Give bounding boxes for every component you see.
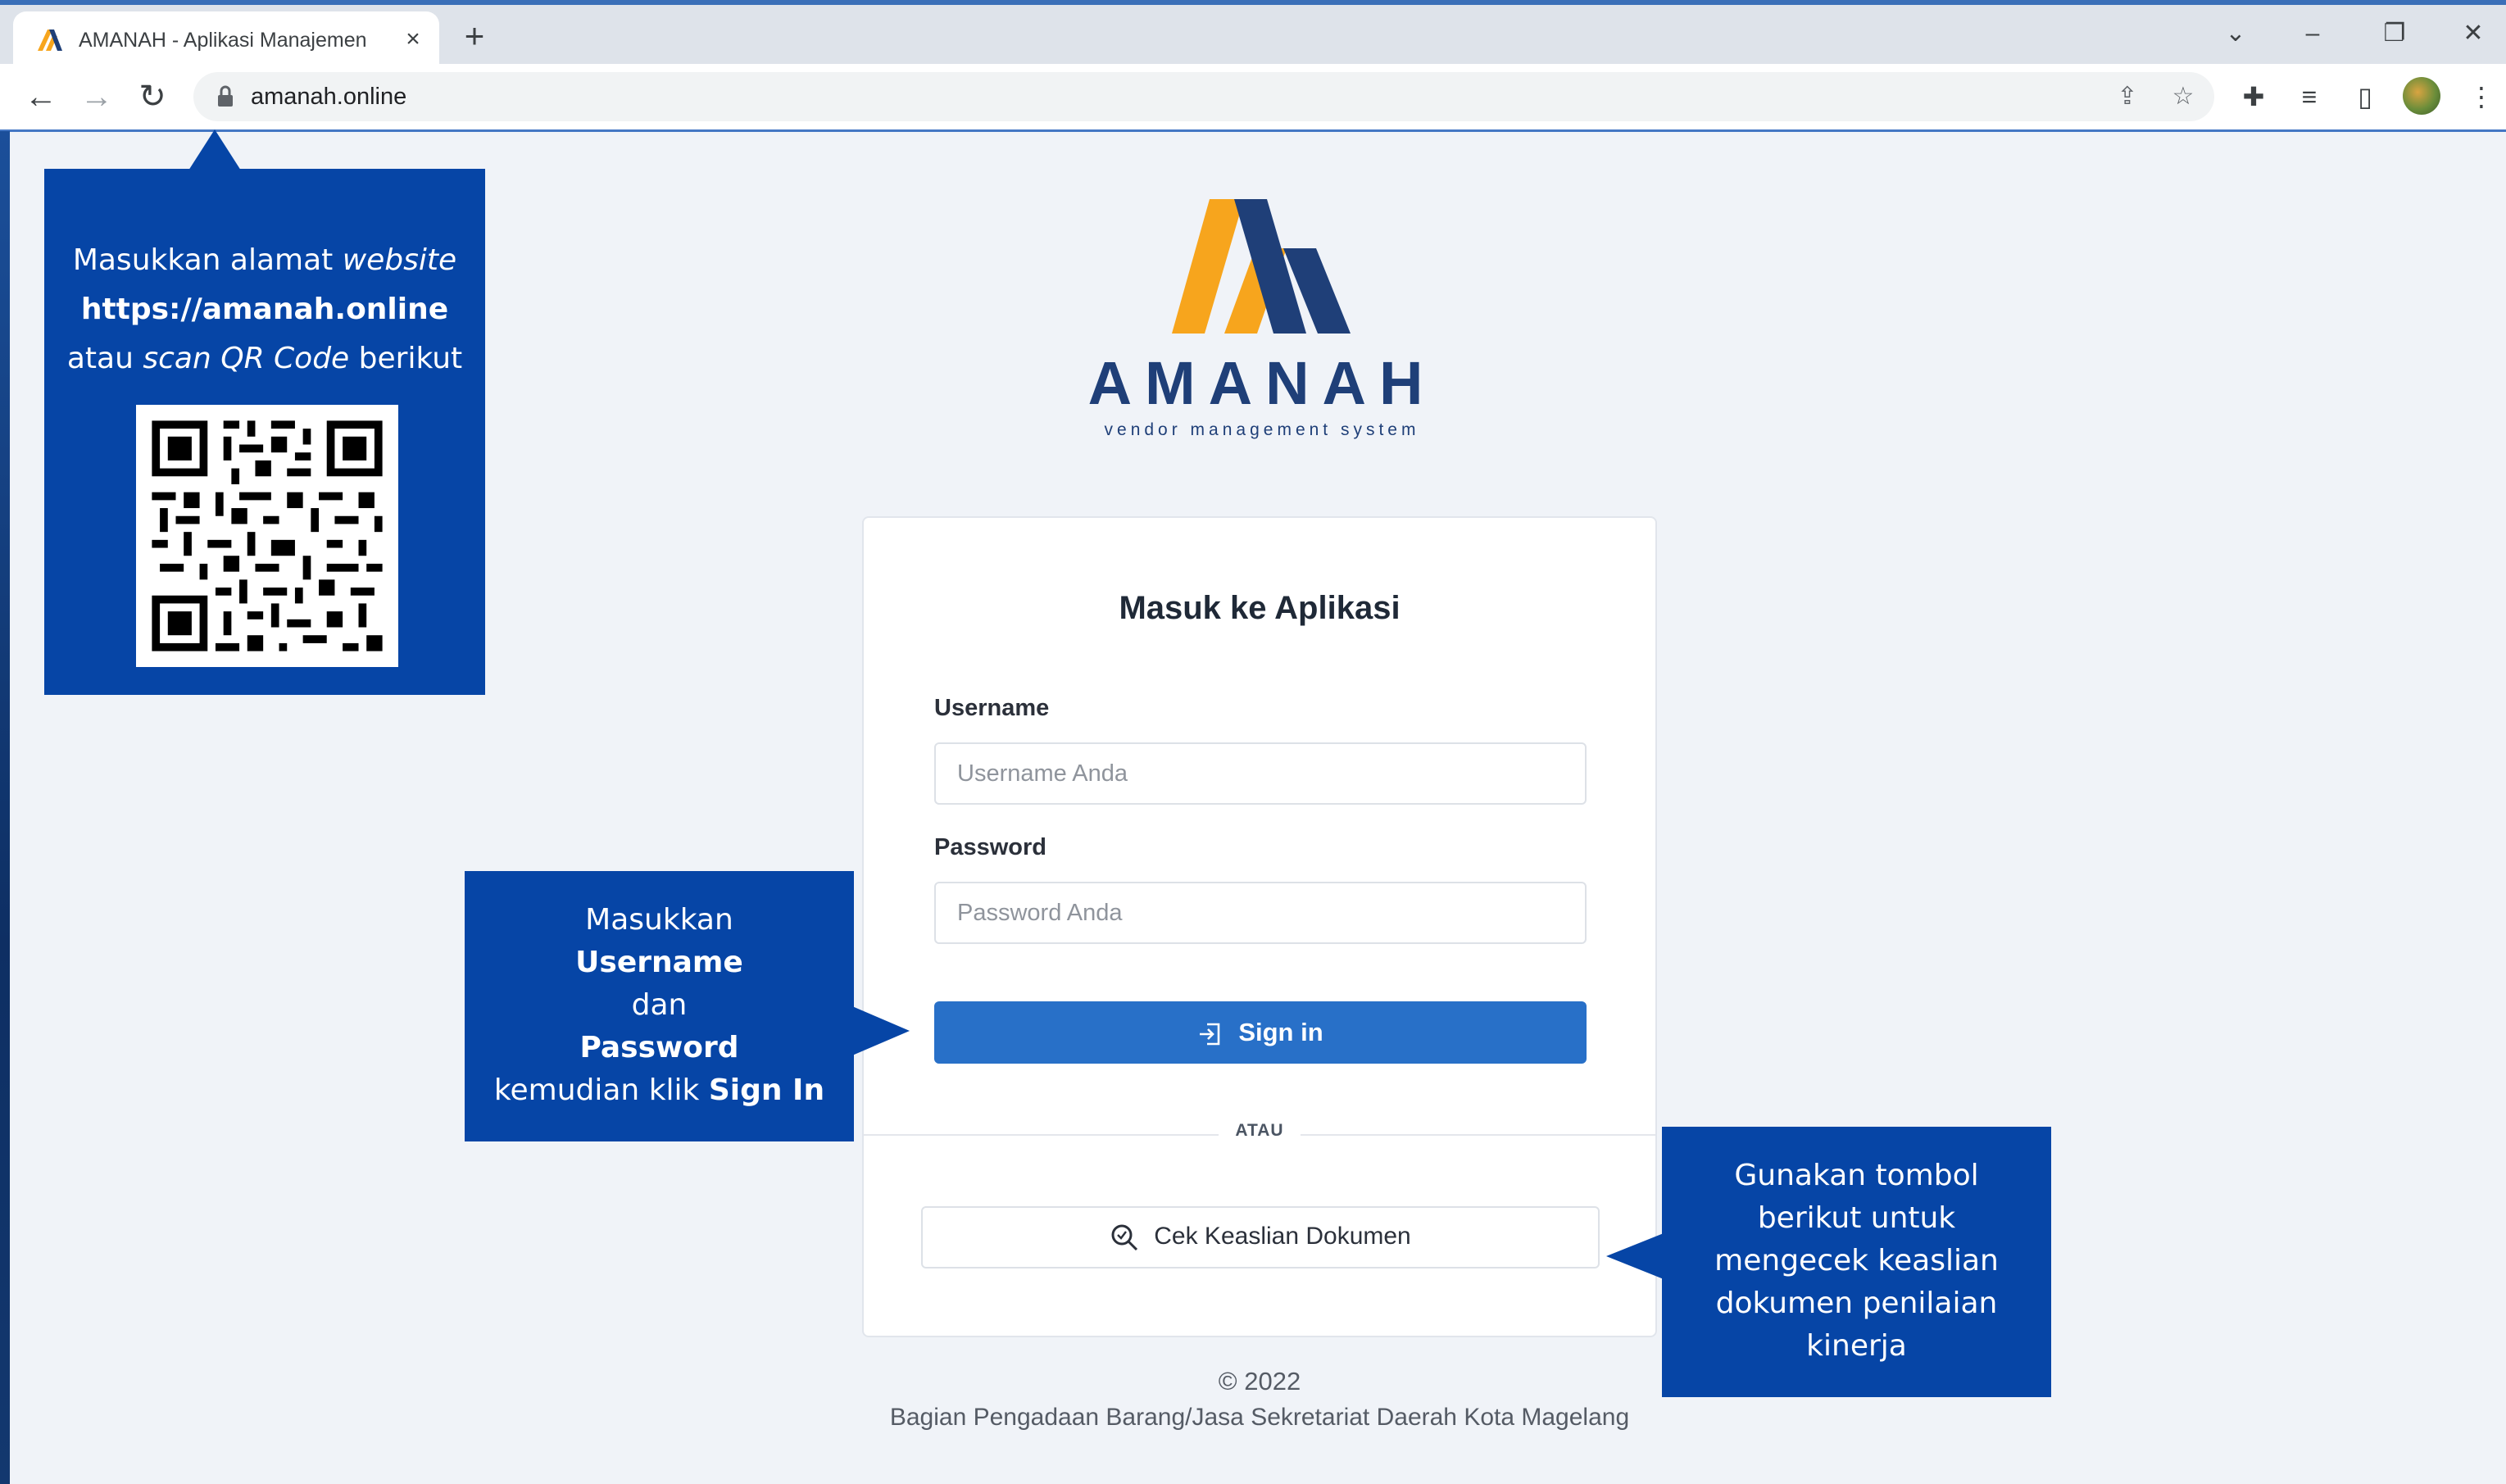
avatar[interactable] (2403, 77, 2440, 115)
callout-address-instruction: Masukkan alamat website https://amanah.o… (44, 129, 485, 695)
callout-text-bold: Sign In (708, 1073, 825, 1107)
callout-pointer (188, 129, 241, 170)
callout-pointer (852, 1006, 910, 1055)
callout-text: kemudian klik (493, 1073, 709, 1107)
callout-login-instruction: Masukkan Username dan Password kemudian … (465, 871, 910, 1141)
callout-text-bold: Password (579, 1031, 739, 1064)
window-close-icon[interactable]: ✕ (2449, 13, 2498, 54)
logo-tagline: vendor management system (1104, 420, 1420, 439)
qr-code (136, 405, 398, 667)
callout-text-italic: website (342, 243, 457, 277)
callout-address-text: Masukkan alamat website https://amanah.o… (44, 236, 485, 383)
callout-text: kinerja (1806, 1329, 1907, 1363)
desktop-edge (0, 131, 10, 1484)
amanah-logo: AMANAH vendor management system (1082, 193, 1442, 447)
browser-toolbar: ← → ↻ amanah.online ⇪ ☆ ✚ ≡ ▯ ⋮ (0, 64, 2506, 132)
password-input[interactable] (934, 882, 1587, 944)
callout-text-bold: Username (575, 946, 743, 979)
verify-document-button[interactable]: Cek Keaslian Dokumen (921, 1206, 1600, 1268)
address-bar[interactable]: amanah.online ⇪ ☆ (193, 72, 2214, 121)
lock-icon (218, 85, 233, 107)
callout-text: berikut (349, 342, 463, 375)
divider-text: ATAU (1219, 1121, 1301, 1141)
callout-text: mengecek keaslian (1714, 1244, 1999, 1278)
star-icon[interactable]: ☆ (2167, 80, 2200, 113)
callout-text-italic: scan QR Code (143, 342, 350, 375)
callout-verify-text: Gunakan tombol berikut untuk mengecek ke… (1662, 1155, 2051, 1368)
puzzle-icon[interactable]: ✚ (2236, 79, 2272, 115)
callout-text: Masukkan (585, 903, 733, 937)
kebab-menu-icon[interactable]: ⋮ (2463, 79, 2499, 115)
verify-document-label: Cek Keaslian Dokumen (1154, 1222, 1411, 1250)
logo-wordmark: AMANAH (1087, 349, 1437, 417)
reload-icon[interactable]: ↻ (131, 75, 174, 118)
sign-in-icon (1200, 1023, 1220, 1046)
callout-verify-instruction: Gunakan tombol berikut untuk mengecek ke… (1606, 1127, 2051, 1397)
side-panel-icon[interactable]: ▯ (2347, 79, 2383, 115)
username-label: Username (934, 695, 1050, 721)
arrow-right-icon[interactable]: → (75, 75, 118, 118)
footer-copyright: © 2022 (1218, 1367, 1301, 1396)
callout-text: Masukkan alamat (72, 243, 343, 277)
browser-window: AMANAH - Aplikasi Manajemen × + ⌄ – ❐ ✕ … (0, 0, 2506, 132)
callout-text: Gunakan tombol (1734, 1159, 1979, 1192)
plus-icon[interactable]: + (456, 18, 493, 56)
callout-login-text: Masukkan Username dan Password kemudian … (465, 899, 854, 1112)
chevron-down-icon[interactable]: ⌄ (2211, 13, 2260, 54)
restore-icon[interactable]: ❐ (2370, 13, 2419, 54)
browser-tab-active[interactable]: AMANAH - Aplikasi Manajemen × (13, 11, 439, 66)
amanah-favicon-icon (38, 29, 62, 51)
callout-text: dokumen penilaian (1715, 1287, 1998, 1320)
sign-in-label: Sign in (1238, 1018, 1323, 1046)
callout-pointer (1606, 1233, 1664, 1279)
sign-in-button[interactable]: Sign in (934, 1001, 1587, 1064)
callout-text: atau (66, 342, 143, 375)
callout-text: dan (631, 988, 688, 1022)
close-icon[interactable]: × (398, 25, 428, 54)
username-input[interactable] (934, 742, 1587, 805)
minimize-icon[interactable]: – (2288, 13, 2337, 54)
password-label: Password (934, 834, 1046, 860)
arrow-left-icon[interactable]: ← (20, 75, 62, 118)
search-icon (1111, 1224, 1138, 1251)
amanah-logo-mark-icon (1172, 199, 1351, 334)
callout-url-text: https://amanah.online (80, 293, 449, 326)
page-title: Masuk ke Aplikasi (1119, 590, 1401, 626)
share-icon[interactable]: ⇪ (2111, 80, 2144, 113)
tab-title: AMANAH - Aplikasi Manajemen (79, 29, 367, 52)
callout-text: berikut untuk (1757, 1201, 1956, 1235)
url-text: amanah.online (251, 84, 407, 110)
footer: © 2022 Bagian Pengadaan Barang/Jasa Sekr… (738, 1364, 1782, 1436)
tab-strip: AMANAH - Aplikasi Manajemen × + ⌄ – ❐ ✕ (0, 5, 2506, 66)
login-card: Masuk ke Aplikasi Username Password Sign… (862, 516, 1657, 1337)
media-queue-icon[interactable]: ≡ (2291, 79, 2327, 115)
footer-organization: Bagian Pengadaan Barang/Jasa Sekretariat… (889, 1404, 1630, 1431)
